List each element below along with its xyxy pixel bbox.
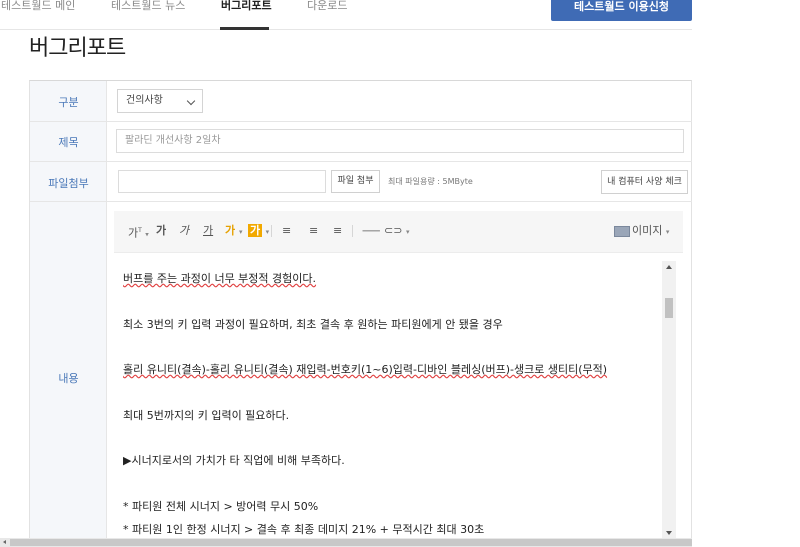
- content-line: ▶시너지로서의 가치가 타 직업에 비해 부족하다.: [123, 454, 345, 468]
- top-nav: 테스트월드 메인 테스트월드 뉴스 버그리포트 다운로드 테스트월드 이용신청: [0, 0, 692, 30]
- category-select-value: 건의사항: [126, 95, 163, 106]
- row-divider: [30, 121, 692, 122]
- align-left-icon[interactable]: ≡: [282, 224, 291, 238]
- page-horizontal-scrollbar[interactable]: [0, 538, 692, 547]
- content-line: 버프를 주는 과정이 너무 부정적 경험이다.: [123, 272, 316, 286]
- content-line-text: 홀리 유니티(결속)-홀리 유니티(결속) 재입력-번호키(1~6)입력-디바인…: [123, 363, 608, 376]
- toolbar-divider: [271, 225, 272, 237]
- font-size-button[interactable]: 가T ▾: [128, 224, 149, 242]
- font-color-button[interactable]: 가 ▾: [225, 224, 242, 239]
- bug-report-form: 구분 제목 파일첨부 내용 건의사항 팔라딘 개선사항 2일차 파일 첨부 최대…: [29, 80, 692, 541]
- content-line: * 파티원 전체 시너지 > 방어력 무시 50%: [123, 500, 318, 514]
- page-title: 버그리포트: [29, 36, 126, 61]
- content-line: 최소 3번의 키 입력 과정이 필요하며, 최초 결속 후 원하는 파티원에게 …: [123, 318, 503, 332]
- max-file-size-note: 최대 파일용량 : 5MByte: [388, 177, 473, 186]
- content-label: 내용: [58, 372, 79, 385]
- bold-button[interactable]: 가: [156, 224, 166, 238]
- toolbar-divider: [352, 225, 353, 237]
- row-divider: [30, 161, 692, 162]
- highlight-button[interactable]: 가 ▾: [248, 224, 269, 239]
- align-right-icon[interactable]: ≡: [333, 224, 342, 238]
- content-line-text: ▶시너지로서의 가치가 타 직업에 비해 부족하다.: [123, 454, 345, 467]
- content-line: 홀리 유니티(결속)-홀리 유니티(결속) 재입력-번호키(1~6)입력-디바인…: [123, 363, 607, 377]
- content-line: * 파티원 1인 한정 시너지 > 결속 후 최종 데미지 21% + 무적시간…: [123, 523, 484, 537]
- row-divider: [30, 201, 692, 202]
- content-line-text: * 파티원 1인 한정 시너지 > 결속 후 최종 데미지 21% + 무적시간…: [123, 523, 485, 536]
- title-input[interactable]: 팔라딘 개선사항 2일차: [116, 129, 684, 153]
- chevron-down-icon: [186, 96, 196, 106]
- scroll-left-icon[interactable]: [3, 540, 6, 544]
- italic-button[interactable]: 가: [179, 224, 189, 238]
- attach-file-button[interactable]: 파일 첨부: [331, 170, 380, 193]
- editor-content[interactable]: 버프를 주는 과정이 너무 부정적 경험이다. 최소 3번의 키 입력 과정이 …: [114, 253, 683, 541]
- content-line: 최대 5번까지의 키 입력이 필요하다.: [123, 409, 289, 423]
- file-path-field[interactable]: [118, 170, 326, 193]
- horizontal-scroll-thumb[interactable]: [10, 539, 692, 546]
- content-line-text: * 파티원 전체 시너지 > 방어력 무시 50%: [123, 500, 319, 513]
- spec-check-button[interactable]: 내 컴퓨터 사양 체크: [601, 170, 688, 194]
- nav-item-download[interactable]: 다운로드: [307, 0, 347, 12]
- scroll-up-icon[interactable]: [666, 265, 672, 269]
- nav-item-main[interactable]: 테스트월드 메인: [1, 0, 75, 12]
- horizontal-rule-icon[interactable]: ⸺: [362, 224, 380, 238]
- editor-vertical-scrollbar[interactable]: [662, 261, 676, 539]
- nav-item-news[interactable]: 테스트월드 뉴스: [111, 0, 185, 12]
- content-line-text: 최대 5번까지의 키 입력이 필요하다.: [123, 409, 290, 422]
- scroll-thumb[interactable]: [665, 298, 673, 318]
- active-nav-indicator: [220, 27, 269, 30]
- category-select[interactable]: 건의사항: [117, 89, 203, 113]
- nav-item-bug-report[interactable]: 버그리포트: [221, 0, 272, 12]
- category-label: 구분: [58, 96, 79, 109]
- align-center-icon[interactable]: ≡: [309, 224, 318, 238]
- apply-button[interactable]: 테스트월드 이용신청: [551, 0, 692, 21]
- editor-toolbar: 가T ▾ 가 가 가 가 ▾ 가 ▾ ≡ ≡ ≡ ⸺ ⊂⊃ ▾ 이미지 ▾: [114, 211, 683, 253]
- scroll-down-icon[interactable]: [666, 531, 672, 535]
- image-icon[interactable]: [614, 226, 630, 237]
- image-button[interactable]: 이미지 ▾: [632, 224, 669, 239]
- file-label: 파일첨부: [48, 177, 89, 190]
- underline-button[interactable]: 가: [203, 224, 213, 238]
- link-icon[interactable]: ⊂⊃ ▾: [384, 224, 409, 239]
- title-label: 제목: [58, 136, 79, 149]
- content-line-text: 최소 3번의 키 입력 과정이 필요하며, 최초 결속 후 원하는 파티원에게 …: [123, 318, 503, 331]
- content-line-text: 버프를 주는 과정이 너무 부정적 경험이다.: [123, 272, 317, 285]
